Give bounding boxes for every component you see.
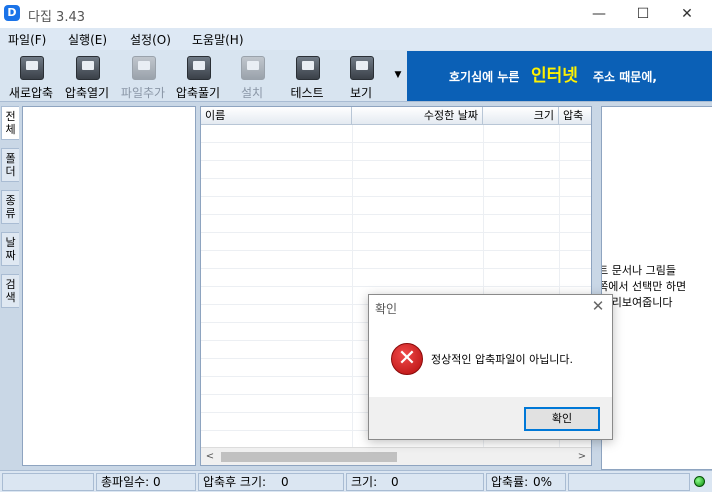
side-tab-all[interactable]: 전체 bbox=[1, 106, 19, 140]
status-label: 크기: bbox=[351, 475, 378, 489]
column-header-name[interactable]: 이름 bbox=[201, 107, 352, 125]
status-label: 압축후 크기: bbox=[203, 475, 267, 489]
minimize-button[interactable]: — bbox=[576, 0, 622, 28]
dialog-message: 정상적인 압축파일이 아닙니다. bbox=[431, 353, 574, 366]
dialog-footer: 확인 bbox=[369, 397, 612, 439]
side-tab-type[interactable]: 종류 bbox=[1, 190, 19, 224]
status-bar: 총파일수: 0 압축후 크기: 0 크기: 0 압축률: 0% bbox=[0, 470, 712, 492]
status-value: 0 bbox=[153, 475, 161, 489]
toolbar-label: 설치 bbox=[240, 86, 264, 100]
status-size: 크기: 0 bbox=[346, 473, 484, 491]
extract-icon bbox=[187, 56, 211, 80]
column-divider bbox=[352, 125, 353, 447]
ok-button[interactable]: 확인 bbox=[524, 407, 600, 431]
scrollbar-thumb[interactable] bbox=[221, 452, 397, 462]
ad-banner[interactable]: 호기심에 누른 인터넷 주소 때문에, bbox=[407, 51, 712, 101]
status-value: 0 bbox=[391, 475, 399, 489]
extract-button[interactable]: 압축풀기 bbox=[171, 52, 225, 100]
toolbar-label: 보기 bbox=[349, 86, 373, 100]
preview-line: 왼쪽에서 선택만 하면 bbox=[602, 280, 687, 293]
banner-text-highlight: 인터넷 bbox=[531, 66, 578, 86]
window-title: 다집 3.43 bbox=[28, 10, 85, 25]
maximize-button[interactable]: ☐ bbox=[620, 0, 666, 28]
toolbar: 새로압축 압축열기 파일추가 압축풀기 설치 테스트 보기 ▼ 호기심에 누른 … bbox=[0, 50, 712, 102]
column-header-ratio[interactable]: 압축 bbox=[559, 107, 591, 125]
status-indicator-icon bbox=[694, 476, 705, 487]
toolbar-label: 압축열기 bbox=[64, 86, 110, 100]
title-bar: D 다집 3.43 — ☐ ✕ bbox=[0, 0, 712, 28]
preview-line: 스트 문서나 그림들 bbox=[602, 264, 676, 277]
install-button[interactable]: 설치 bbox=[225, 52, 279, 100]
add-file-icon bbox=[132, 56, 156, 80]
toolbar-label: 테스트 bbox=[290, 86, 324, 100]
side-tab-date[interactable]: 날짜 bbox=[1, 232, 19, 266]
preview-panel: 스트 문서나 그림들 왼쪽에서 선택만 하면 에 미리보여줍니다 bbox=[601, 106, 712, 470]
test-icon bbox=[296, 56, 320, 80]
menu-run[interactable]: 실행(E) bbox=[68, 31, 107, 48]
install-icon bbox=[241, 56, 265, 80]
banner-text-post: 주소 때문에, bbox=[593, 70, 657, 84]
close-button[interactable]: ✕ bbox=[664, 0, 710, 28]
app-logo-icon: D bbox=[4, 5, 20, 21]
toolbar-label: 새로압축 bbox=[8, 86, 54, 100]
view-button[interactable]: 보기 bbox=[334, 52, 388, 100]
toolbar-label: 압축풀기 bbox=[175, 86, 221, 100]
open-archive-button[interactable]: 압축열기 bbox=[60, 52, 114, 100]
folder-tree[interactable] bbox=[22, 106, 196, 466]
menu-help[interactable]: 도움말(H) bbox=[192, 31, 244, 48]
status-label: 압축률: bbox=[491, 475, 529, 489]
dialog-title: 확인 bbox=[375, 302, 398, 316]
status-label: 총파일수: bbox=[101, 475, 150, 489]
add-file-button[interactable]: 파일추가 bbox=[116, 52, 170, 100]
status-progress bbox=[568, 473, 690, 491]
menu-bar: 파일(F) 실행(E) 설정(O) 도움말(H) bbox=[0, 28, 712, 50]
new-archive-button[interactable]: 새로압축 bbox=[4, 52, 58, 100]
preview-text: 스트 문서나 그림들 왼쪽에서 선택만 하면 에 미리보여줍니다 bbox=[601, 263, 712, 311]
side-tab-folder[interactable]: 폴더 bbox=[1, 148, 19, 182]
banner-text-pre: 호기심에 누른 bbox=[449, 70, 520, 84]
horizontal-scrollbar[interactable]: < > bbox=[201, 447, 591, 465]
side-tab-search[interactable]: 검색 bbox=[1, 274, 19, 308]
status-value: 0 bbox=[281, 475, 289, 489]
status-value: 0% bbox=[533, 475, 553, 489]
error-icon: ✕ bbox=[391, 343, 423, 375]
dialog-close-icon[interactable]: ✕ bbox=[590, 298, 606, 314]
status-ratio: 압축률: 0% bbox=[486, 473, 566, 491]
scroll-right-icon[interactable]: > bbox=[575, 450, 589, 464]
status-empty bbox=[2, 473, 94, 491]
menu-file[interactable]: 파일(F) bbox=[8, 31, 46, 48]
confirm-dialog: 확인 ✕ ✕ 정상적인 압축파일이 아닙니다. 확인 bbox=[368, 294, 613, 440]
new-archive-icon bbox=[20, 56, 44, 80]
open-archive-icon bbox=[76, 56, 100, 80]
column-header-size[interactable]: 크기 bbox=[483, 107, 559, 125]
toolbar-more-icon[interactable]: ▼ bbox=[392, 68, 404, 82]
view-icon bbox=[350, 56, 374, 80]
toolbar-label: 파일추가 bbox=[120, 86, 166, 100]
column-header-modified[interactable]: 수정한 날짜 bbox=[352, 107, 483, 125]
scroll-left-icon[interactable]: < bbox=[203, 450, 217, 464]
test-button[interactable]: 테스트 bbox=[280, 52, 334, 100]
status-total-files: 총파일수: 0 bbox=[96, 473, 196, 491]
preview-line: 에 미리보여줍니다 bbox=[601, 296, 673, 309]
status-compressed-size: 압축후 크기: 0 bbox=[198, 473, 344, 491]
side-tabs: 전체 폴더 종류 날짜 검색 bbox=[0, 106, 20, 416]
menu-settings[interactable]: 설정(O) bbox=[130, 31, 171, 48]
